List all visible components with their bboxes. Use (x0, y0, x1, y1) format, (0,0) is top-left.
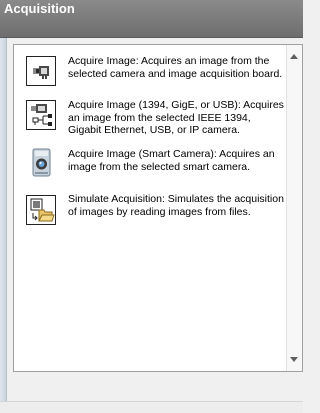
item-description: Acquire Image (1394, GigE, or USB): Acqu… (68, 99, 284, 136)
list-item-acquire-image-1394-gige-usb[interactable]: Acquire Image (1394, GigE, or USB): Acqu… (14, 98, 287, 150)
title-bar: Acquisition (0, 0, 303, 38)
left-frame (0, 38, 7, 413)
vertical-scrollbar[interactable] (286, 45, 302, 371)
list-item-acquire-image[interactable]: Acquire Image: Acquires an image from th… (14, 54, 287, 94)
camera-board-icon (26, 56, 56, 86)
item-description: Acquire Image: Acquires an image from th… (68, 55, 283, 80)
list-item-acquire-image-smart-camera[interactable]: Acquire Image (Smart Camera): Acquires a… (14, 147, 287, 187)
acquisition-list-panel: Acquire Image: Acquires an image from th… (13, 44, 303, 372)
window-bottom-edge (0, 401, 303, 413)
list-item-simulate-acquisition[interactable]: Simulate Acquisition: Simulates the acqu… (14, 192, 287, 232)
item-description: Simulate Acquisition: Simulates the acqu… (68, 193, 284, 218)
smart-camera-icon (26, 147, 56, 177)
network-camera-icon (26, 100, 56, 130)
panel-bottom-strip (13, 376, 303, 401)
simulate-folder-icon (26, 195, 56, 225)
scroll-up-icon[interactable] (290, 54, 298, 59)
item-description: Acquire Image (Smart Camera): Acquires a… (68, 148, 275, 173)
scroll-down-icon[interactable] (290, 357, 298, 362)
acquisition-list: Acquire Image: Acquires an image from th… (14, 45, 287, 371)
window-title: Acquisition (4, 1, 75, 16)
